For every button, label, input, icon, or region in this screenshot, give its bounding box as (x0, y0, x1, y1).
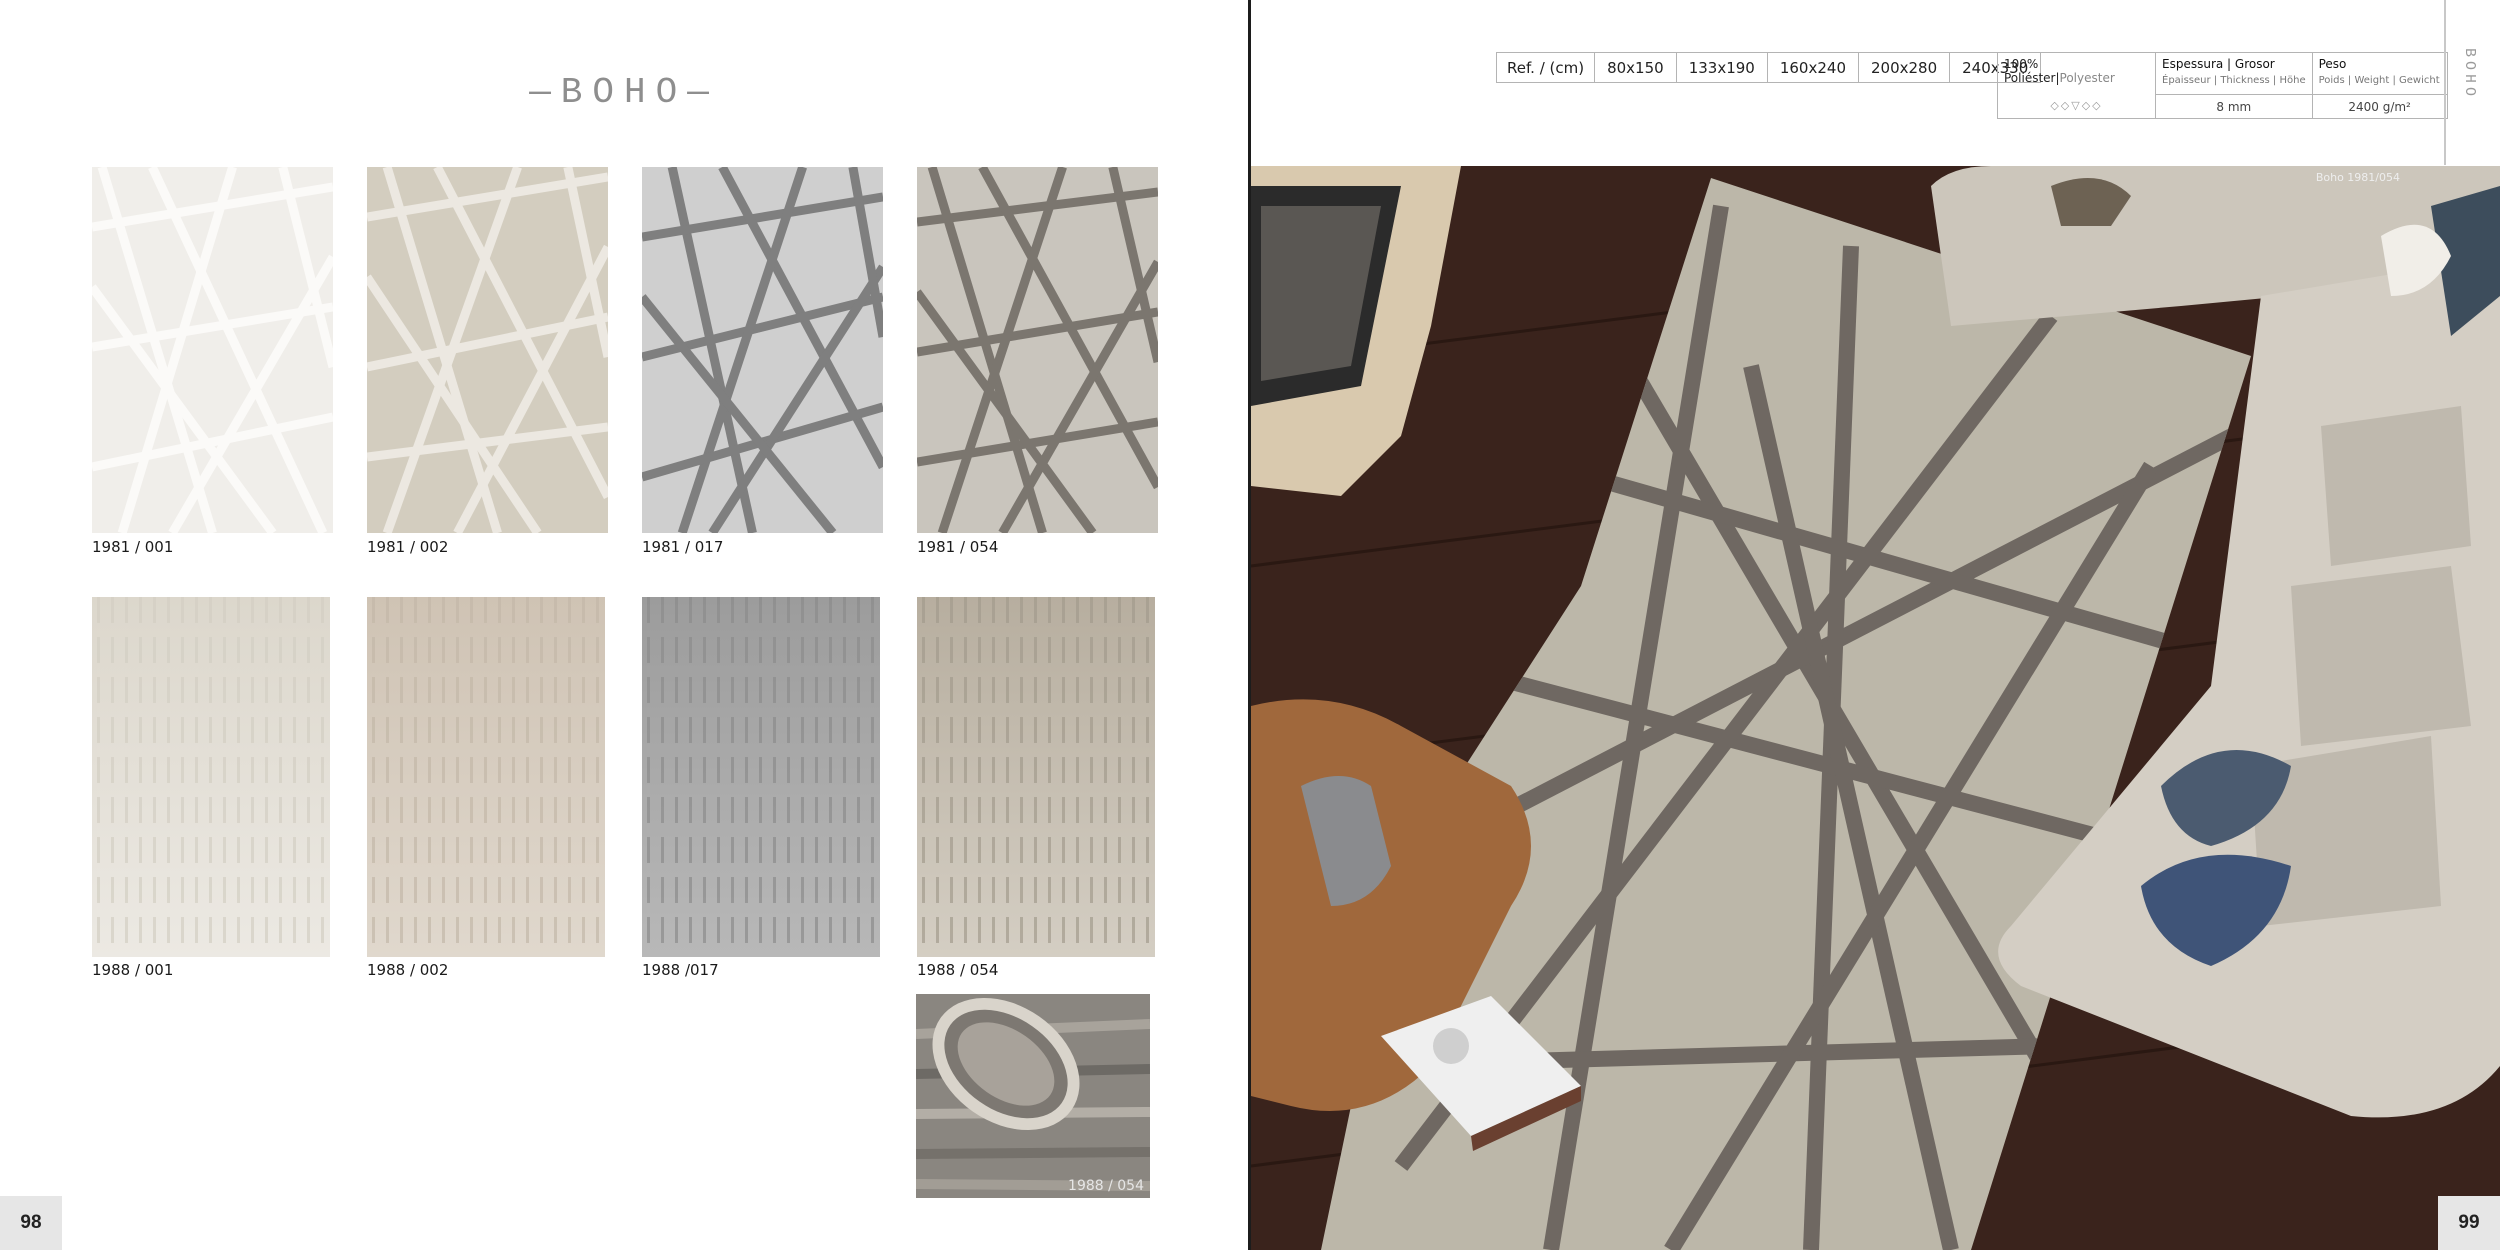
page-number-right: 99 (2438, 1196, 2500, 1250)
weight-title: Peso (2318, 57, 2347, 71)
size-option[interactable]: 80x150 (1594, 52, 1677, 83)
swatch-label: 1988 / 001 (92, 961, 174, 979)
swatch-1981-017[interactable] (642, 167, 883, 533)
size-option[interactable]: 160x240 (1766, 52, 1859, 83)
thickness-title: Espessura | Grosor (2162, 57, 2275, 71)
right-page: Ref. / (cm) 80x150 133x190 160x240 200x2… (1251, 0, 2500, 1250)
living-room-image (1251, 166, 2500, 1250)
swatch-label: 1988 / 054 (917, 961, 999, 979)
swatch-label: 1981 / 017 (642, 538, 724, 556)
swatch-1988-001[interactable] (92, 597, 330, 957)
side-rule (2444, 0, 2446, 165)
material-cell: 100% Poliéster|Polyester ◇◇▽◇◇ (1997, 52, 2156, 119)
swatch-1981-054[interactable] (917, 167, 1158, 533)
material-es: 100% Poliéster (2004, 57, 2056, 85)
size-option[interactable]: 133x190 (1675, 52, 1768, 83)
swatch-1981-001[interactable] (92, 167, 333, 533)
rug-pattern-texture (642, 597, 880, 957)
size-option[interactable]: 200x280 (1857, 52, 1951, 83)
thickness-header: Espessura | Grosor Épaisseur | Thickness… (2155, 52, 2313, 95)
swatch-label: 1988 /017 (642, 961, 719, 979)
rug-pattern-texture (92, 597, 330, 957)
rug-detail-photo[interactable]: 1988 / 054 (916, 994, 1150, 1198)
swatch-1981-002[interactable] (367, 167, 608, 533)
material-en: Polyester (2059, 71, 2115, 85)
thickness-value: 8 mm (2155, 94, 2313, 119)
rug-pattern-lines (642, 167, 883, 533)
collection-title: —BOHO— (529, 72, 719, 113)
swatch-label: 1981 / 002 (367, 538, 449, 556)
swatch-1988-054[interactable] (917, 597, 1155, 957)
detail-photo-caption: 1988 / 054 (1068, 1178, 1144, 1194)
weight-header: Peso Poids | Weight | Gewicht (2311, 52, 2448, 95)
rug-pattern-lines (92, 167, 333, 533)
rolled-rug-image (916, 994, 1150, 1198)
room-photo-caption: Boho 1981/054 (2315, 171, 2400, 184)
rug-pattern-lines (917, 167, 1158, 533)
weight-subtitle: Poids | Weight | Gewicht (2318, 75, 2440, 86)
swatch-1988-017[interactable] (642, 597, 880, 957)
swatch-label: 1981 / 001 (92, 538, 174, 556)
rug-pattern-lines (367, 167, 608, 533)
size-ref-label: Ref. / (cm) (1495, 52, 1596, 83)
page-number-left: 98 (0, 1196, 62, 1250)
room-scene-photo[interactable] (1251, 166, 2500, 1250)
swatch-label: 1988 / 002 (367, 961, 449, 979)
vertical-collection-tag: BOHO (2461, 48, 2478, 101)
weight-value: 2400 g/m² (2311, 94, 2448, 119)
size-table: Ref. / (cm) 80x150 133x190 160x240 200x2… (1495, 52, 2042, 83)
rug-pattern-texture (367, 597, 605, 957)
spec-table: 100% Poliéster|Polyester ◇◇▽◇◇ Espessura… (1997, 52, 2448, 119)
thickness-subtitle: Épaisseur | Thickness | Höhe (2162, 75, 2306, 86)
swatch-1988-002[interactable] (367, 597, 605, 957)
rug-pattern-texture (917, 597, 1155, 957)
material-label: 100% Poliéster|Polyester (2004, 57, 2149, 85)
care-icons: ◇◇▽◇◇ (2050, 99, 2103, 112)
left-page: —BOHO— 1981 / 001 1981 / 002 1981 / 017 … (0, 0, 1248, 1250)
swatch-label: 1981 / 054 (917, 538, 999, 556)
